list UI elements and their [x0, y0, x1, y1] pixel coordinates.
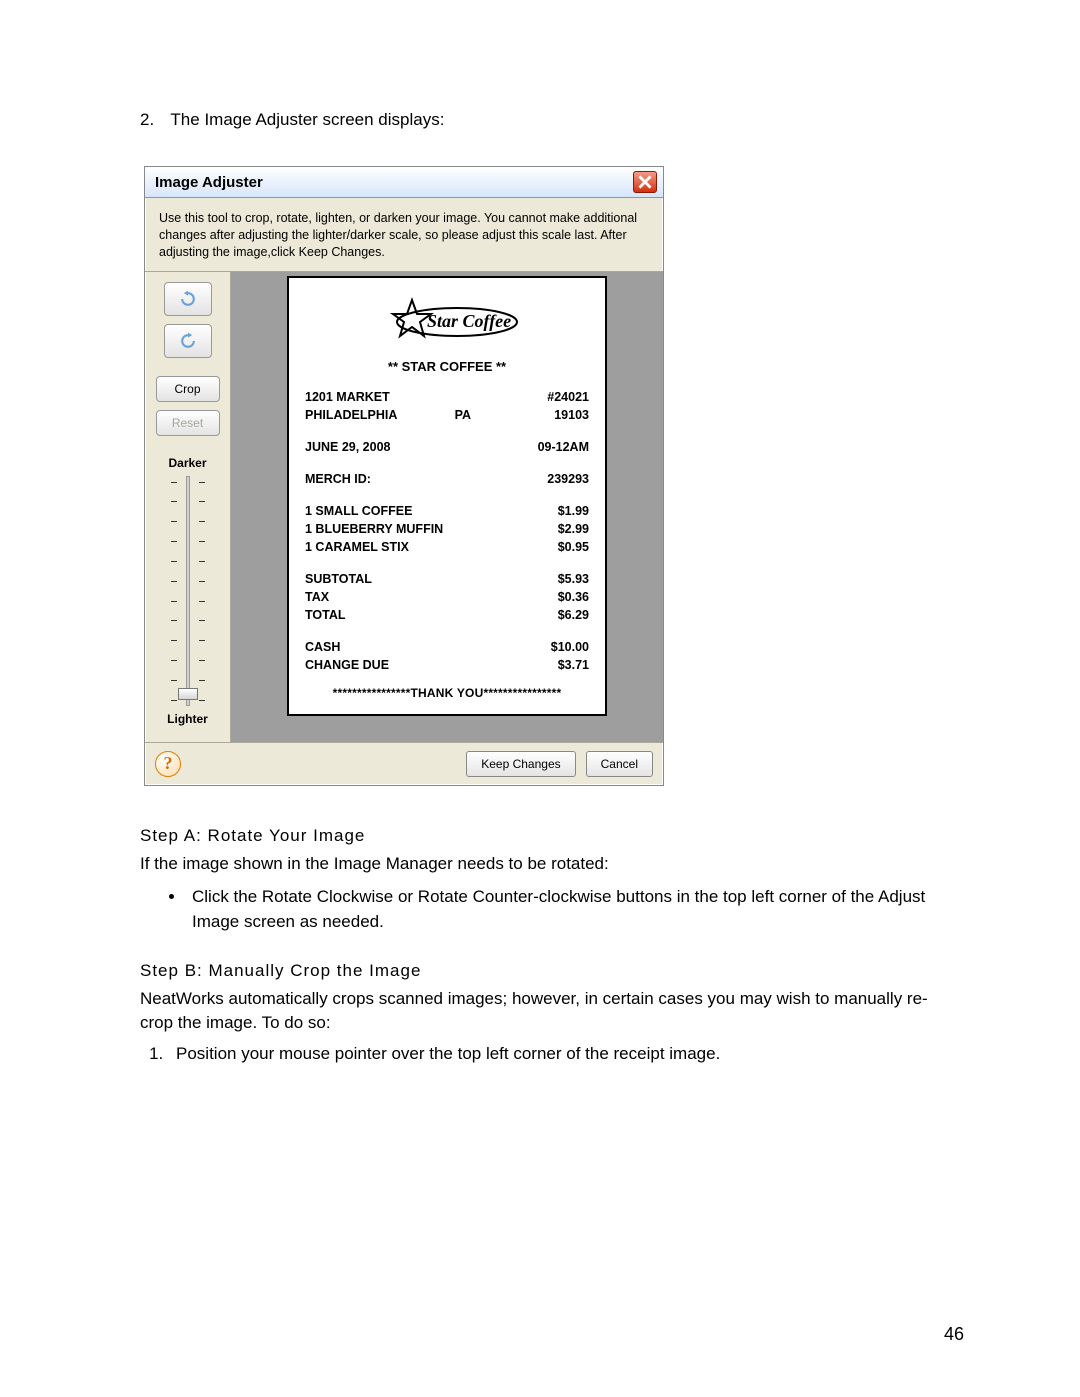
- slider-handle[interactable]: [178, 688, 198, 700]
- receipt-image: Star Coffee ** STAR COFFEE ** 1201 MARKE…: [287, 276, 607, 716]
- receipt-row: 1201 MARKET #24021: [305, 390, 589, 404]
- receipt-row: PHILADELPHIA PA 19103: [305, 408, 589, 422]
- tools-column: Crop Reset Darker Lighter: [145, 272, 231, 742]
- receipt-item-row: 1 SMALL COFFEE $1.99: [305, 504, 589, 518]
- step-a-bullet: Click the Rotate Clockwise or Rotate Cou…: [186, 885, 960, 934]
- cancel-button[interactable]: Cancel: [586, 751, 653, 777]
- receipt-merch-label: MERCH ID:: [305, 472, 371, 486]
- receipt-row: TOTAL $6.29: [305, 608, 589, 622]
- receipt-headline: ** STAR COFFEE **: [305, 359, 589, 374]
- receipt-row: MERCH ID: 239293: [305, 472, 589, 486]
- tax-value: $0.36: [558, 590, 589, 604]
- step-a-heading: Step A: Rotate Your Image: [140, 826, 960, 846]
- cancel-label: Cancel: [601, 757, 638, 771]
- help-icon: ?: [164, 753, 173, 774]
- close-button[interactable]: [633, 171, 657, 193]
- keep-changes-button[interactable]: Keep Changes: [466, 751, 575, 777]
- intro-number: 2.: [140, 110, 166, 130]
- receipt-thank-you: ****************THANK YOU***************…: [305, 686, 589, 700]
- item-name: 1 BLUEBERRY MUFFIN: [305, 522, 443, 536]
- receipt-item-row: 1 CARAMEL STIX $0.95: [305, 540, 589, 554]
- receipt-logo: Star Coffee: [305, 292, 589, 353]
- brightness-slider[interactable]: [165, 476, 211, 706]
- image-canvas[interactable]: Star Coffee ** STAR COFFEE ** 1201 MARKE…: [231, 272, 663, 742]
- crop-label: Crop: [174, 382, 200, 396]
- dialog-instruction: Use this tool to crop, rotate, lighten, …: [145, 198, 663, 272]
- step-a-lead: If the image shown in the Image Manager …: [140, 852, 960, 876]
- receipt-merch-id: 239293: [547, 472, 589, 486]
- total-value: $6.29: [558, 608, 589, 622]
- cash-label: CASH: [305, 640, 340, 654]
- close-icon: [638, 175, 652, 189]
- change-label: CHANGE DUE: [305, 658, 389, 672]
- tax-label: TAX: [305, 590, 329, 604]
- keep-changes-label: Keep Changes: [481, 757, 560, 771]
- image-adjuster-dialog: Image Adjuster Use this tool to crop, ro…: [144, 166, 664, 786]
- receipt-address-street: 1201 MARKET: [305, 390, 390, 404]
- receipt-row: TAX $0.36: [305, 590, 589, 604]
- rotate-ccw-icon: [178, 289, 198, 309]
- intro-text: The Image Adjuster screen displays:: [170, 110, 444, 129]
- subtotal-label: SUBTOTAL: [305, 572, 372, 586]
- dialog-titlebar: Image Adjuster: [145, 167, 663, 198]
- rotate-cw-icon: [178, 331, 198, 351]
- step-b-lead: NeatWorks automatically crops scanned im…: [140, 987, 960, 1035]
- dialog-title: Image Adjuster: [155, 174, 263, 191]
- step-b-heading: Step B: Manually Crop the Image: [140, 961, 960, 981]
- change-value: $3.71: [558, 658, 589, 672]
- brightness-slider-box: Darker Lighter: [165, 450, 211, 732]
- step-a-bullets: Click the Rotate Clockwise or Rotate Cou…: [186, 885, 960, 934]
- receipt-row: JUNE 29, 2008 09-12AM: [305, 440, 589, 454]
- receipt-items: 1 SMALL COFFEE $1.99 1 BLUEBERRY MUFFIN …: [305, 504, 589, 554]
- cash-value: $10.00: [551, 640, 589, 654]
- lighter-label: Lighter: [165, 712, 211, 726]
- receipt-row: CASH $10.00: [305, 640, 589, 654]
- receipt-row: CHANGE DUE $3.71: [305, 658, 589, 672]
- dialog-button-bar: ? Keep Changes Cancel: [145, 743, 663, 785]
- reset-button[interactable]: Reset: [156, 410, 220, 436]
- dialog-body: Crop Reset Darker Lighter: [145, 272, 663, 743]
- receipt-time: 09-12AM: [538, 440, 589, 454]
- rotate-cw-button[interactable]: [164, 324, 212, 358]
- subtotal-value: $5.93: [558, 572, 589, 586]
- total-label: TOTAL: [305, 608, 346, 622]
- receipt-state: PA: [455, 408, 471, 422]
- help-button[interactable]: ?: [155, 751, 181, 777]
- receipt-date: JUNE 29, 2008: [305, 440, 390, 454]
- slider-rail: [186, 476, 190, 706]
- step-b-step-1: Position your mouse pointer over the top…: [168, 1044, 960, 1064]
- item-name: 1 CARAMEL STIX: [305, 540, 409, 554]
- crop-button[interactable]: Crop: [156, 376, 220, 402]
- intro-line: 2. The Image Adjuster screen displays:: [140, 110, 960, 130]
- rotate-ccw-button[interactable]: [164, 282, 212, 316]
- star-coffee-logo-icon: Star Coffee: [367, 292, 527, 348]
- receipt-city: PHILADELPHIA: [305, 408, 397, 422]
- item-name: 1 SMALL COFFEE: [305, 504, 412, 518]
- step-b-steps: Position your mouse pointer over the top…: [168, 1044, 960, 1064]
- darker-label: Darker: [165, 456, 211, 470]
- item-price: $2.99: [558, 522, 589, 536]
- receipt-store-number: #24021: [547, 390, 589, 404]
- receipt-item-row: 1 BLUEBERRY MUFFIN $2.99: [305, 522, 589, 536]
- item-price: $1.99: [558, 504, 589, 518]
- reset-label: Reset: [172, 416, 203, 430]
- document-page: 2. The Image Adjuster screen displays: I…: [0, 0, 1080, 1397]
- receipt-row: SUBTOTAL $5.93: [305, 572, 589, 586]
- item-price: $0.95: [558, 540, 589, 554]
- svg-text:Star Coffee: Star Coffee: [427, 311, 511, 331]
- receipt-zip: 19103: [554, 408, 589, 422]
- page-number: 46: [944, 1324, 964, 1345]
